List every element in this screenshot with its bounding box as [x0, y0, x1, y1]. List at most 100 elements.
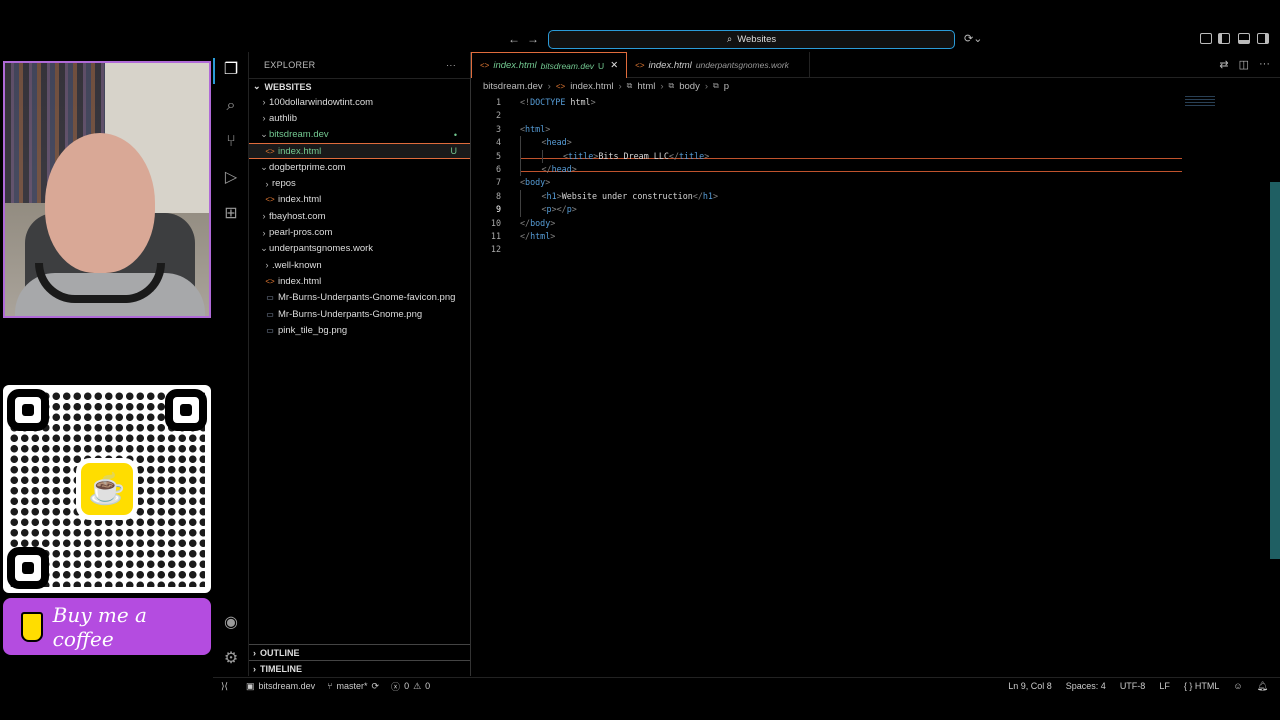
chevron-down-icon: ⌄ [260, 161, 268, 172]
code-token: html [525, 123, 546, 134]
run-debug-icon[interactable]: ▷ [221, 168, 241, 188]
code-token: html [565, 97, 591, 107]
file-item[interactable]: ▭ Mr-Burns-Underpants-Gnome-favicon.png [249, 290, 470, 306]
code-line[interactable]: 3 <html> [471, 123, 1171, 136]
chevron-right-icon: › [262, 211, 266, 222]
tree-item-label: underpantsgnomes.work [269, 243, 374, 255]
more-actions-icon[interactable]: ··· [446, 60, 456, 70]
folder-item[interactable]: ⌄ dogbertprime.com [249, 159, 470, 175]
chevron-right-icon: › [262, 227, 266, 238]
minimap[interactable] [1185, 96, 1215, 108]
code-token: title [679, 150, 705, 161]
file-item[interactable]: ▭ Mr-Burns-Underpants-Gnome.png [249, 306, 470, 322]
folder-item[interactable]: › authlib [249, 110, 470, 126]
editor-tab[interactable]: <> index.html bitsdream.dev U ✕ [471, 52, 628, 78]
tab-filename: index.html [648, 59, 692, 71]
toggle-secondary-sidebar-icon[interactable] [1257, 33, 1269, 44]
status-problems[interactable]: ⓧ 0 ⚠ 0 [391, 680, 430, 693]
code-line[interactable]: 11 </html> [471, 230, 1171, 243]
breadcrumb: bitsdream.dev › <> index.html › ⧉ html › ⧉ body › ⧉… [471, 78, 1280, 94]
forward-arrow-icon[interactable]: → [526, 32, 540, 46]
workspace-section-header[interactable]: ⌄ WEBSITES [249, 78, 470, 94]
indentation[interactable]: Spaces: 4 [1066, 681, 1106, 691]
sync-icon: ⟳ [371, 680, 380, 691]
coffee-cup-icon [21, 611, 43, 642]
folder-item[interactable]: ⌄ bitsdream.dev • [249, 127, 470, 143]
status-folder[interactable]: ▣ bitsdream.dev [246, 681, 315, 692]
notifications-bell-icon[interactable]: 🔔︎ [1257, 681, 1268, 692]
settings-gear-icon[interactable]: ⚙ [221, 649, 241, 669]
copilot-status-icon[interactable]: ☺ [1233, 681, 1242, 691]
breadcrumb-item[interactable]: body [679, 81, 700, 92]
encoding[interactable]: UTF-8 [1120, 681, 1146, 691]
outline-panel-header[interactable]: › OUTLINE [249, 644, 470, 660]
code-line[interactable]: 4 <head> [471, 136, 1171, 149]
chevron-down-icon: ⌄ [260, 243, 268, 254]
end-of-line[interactable]: LF [1159, 681, 1170, 691]
timeline-panel-header[interactable]: › TIMELINE [249, 660, 470, 676]
code-token: h1 [546, 190, 557, 201]
tree-item-label: Mr-Burns-Underpants-Gnome-favicon.png [278, 292, 456, 304]
editor-tab[interactable]: <> index.html underpantsgnomes.work [627, 52, 810, 78]
toggle-panel-icon[interactable] [1238, 33, 1250, 44]
copilot-icon[interactable]: ⟳⌄ [964, 32, 990, 46]
code-line[interactable]: 2 [471, 109, 1171, 122]
folder-item[interactable]: ⌄ underpantsgnomes.work [249, 241, 470, 257]
folder-item[interactable]: › 100dollarwindowtint.com [249, 94, 470, 110]
tree-item-label: index.html [278, 275, 322, 287]
folder-item[interactable]: › .well-known [249, 257, 470, 273]
folder-item[interactable]: › fbayhost.com [249, 208, 470, 224]
code-line[interactable]: 10 </body> [471, 217, 1171, 230]
tree-item-label: pearl-pros.com [269, 227, 333, 239]
code-line[interactable]: 12 [471, 243, 1171, 256]
remote-icon[interactable]: ⟩⟨ [221, 681, 228, 692]
file-item[interactable]: <> index.html [249, 273, 470, 289]
source-control-icon[interactable]: ⑂ [221, 132, 241, 152]
search-icon[interactable]: ⌕ [221, 96, 241, 116]
breadcrumb-item[interactable]: html [637, 81, 655, 92]
file-item[interactable]: ▭ pink_tile_bg.png [249, 322, 470, 338]
file-item[interactable]: <> index.html [249, 192, 470, 208]
code-line[interactable]: 9 <p></p> [471, 203, 1171, 216]
code-line[interactable]: 1 <!DOCTYPE html> [471, 96, 1171, 109]
command-center-search[interactable]: ⌕ Websites [548, 30, 955, 49]
folder-item[interactable]: › repos [249, 175, 470, 191]
code-line[interactable]: 6 </head> [471, 163, 1171, 176]
title-bar: ← → ⌕ Websites ⟳⌄ [213, 27, 1280, 52]
tree-item-label: index.html [278, 145, 322, 157]
customize-layout-icon[interactable] [1200, 33, 1212, 44]
html-file-icon: <> [265, 146, 275, 156]
explorer-icon[interactable]: ❐ [221, 60, 241, 80]
extensions-icon[interactable]: ⊞ [221, 204, 241, 224]
symbol-element-icon: ⧉ [626, 81, 633, 90]
cursor-position[interactable]: Ln 9, Col 8 [1008, 681, 1052, 691]
tree-item-label: pink_tile_bg.png [278, 324, 348, 336]
toggle-primary-sidebar-icon[interactable] [1218, 33, 1230, 44]
split-editor-icon[interactable]: ◫ [1239, 58, 1249, 71]
git-status-badge: • [453, 129, 457, 140]
code-token: </ [520, 230, 531, 241]
webcam-feed [3, 61, 211, 318]
line-number: 2 [495, 110, 501, 121]
folder-icon: ▣ [246, 680, 255, 691]
account-icon[interactable]: ◉ [221, 613, 241, 633]
chevron-right-icon: › [265, 178, 269, 189]
editor-scrollbar[interactable] [1270, 182, 1280, 559]
folder-item[interactable]: › pearl-pros.com [249, 224, 470, 240]
breadcrumb-item[interactable]: bitsdream.dev [483, 81, 543, 92]
code-line[interactable]: 8 <h1>Website under construction</h1> [471, 190, 1171, 203]
back-arrow-icon[interactable]: ← [507, 32, 521, 46]
code-editor[interactable]: 1 <!DOCTYPE html> 2 3 <html> 4 <head> 5 <title>B… [471, 96, 1171, 257]
symbol-element-icon: ⧉ [668, 81, 675, 90]
file-item[interactable]: <> index.html U [249, 142, 470, 160]
more-actions-icon[interactable]: ··· [1259, 58, 1270, 71]
code-line[interactable]: 5 <title>Bits Dream LLC</title> [471, 150, 1171, 163]
git-compare-icon[interactable]: ⇄ [1219, 58, 1228, 71]
code-line[interactable]: 7 <body> [471, 176, 1171, 189]
symbol-element-icon: ⧉ [713, 81, 719, 90]
status-branch[interactable]: ⑂ master* ⟳ [327, 681, 379, 692]
close-icon[interactable]: ✕ [610, 60, 618, 71]
language-mode[interactable]: { } HTML [1184, 681, 1220, 691]
breadcrumb-item[interactable]: p [724, 81, 729, 92]
breadcrumb-item[interactable]: index.html [570, 81, 613, 92]
